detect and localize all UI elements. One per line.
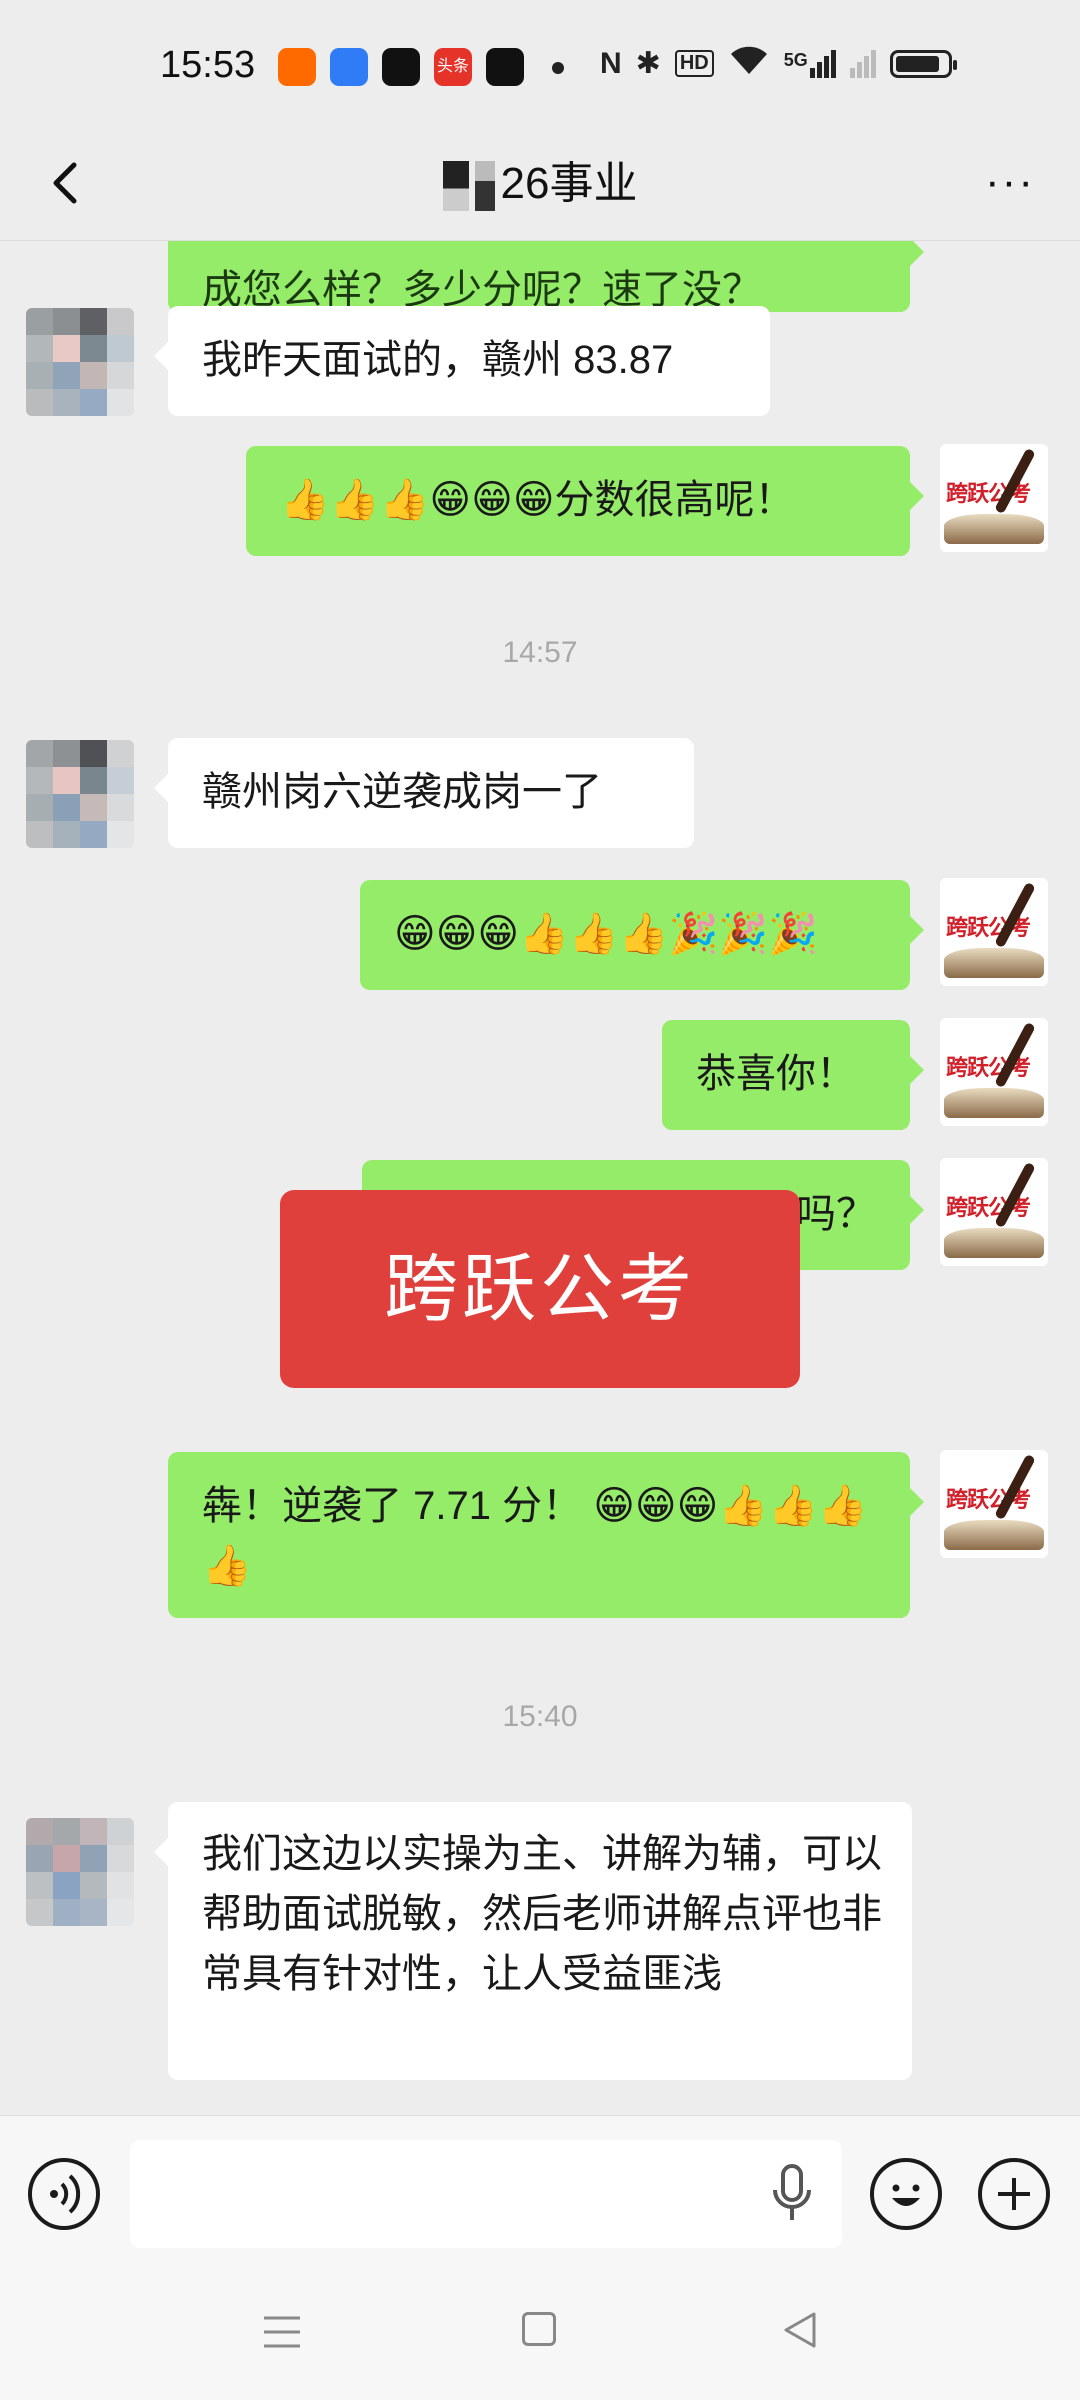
taobao-icon: [278, 48, 316, 86]
more-dots-icon: ···: [985, 157, 1035, 206]
message-text: 我昨天面试的，赣州 83.87: [202, 338, 674, 382]
system-icons: N ✱ HD 5G: [600, 44, 957, 83]
message-bubble-sent[interactable]: 恭喜你！: [662, 1020, 924, 1130]
title-redacted-part: [442, 161, 469, 212]
status-time: 15:53: [160, 44, 256, 86]
battery-icon: [889, 49, 957, 78]
bluetooth-icon: ✱: [635, 47, 661, 80]
message-list[interactable]: 成您么样？多少分呢？速了没？ 我昨天面试的，赣州 83.87 👍👍👍😁😁😁分数很…: [0, 240, 1080, 2115]
book-icon: [944, 948, 1044, 978]
voice-waves-icon: [50, 2174, 81, 2214]
plus-icon: [998, 2178, 1030, 2210]
voice-input-button[interactable]: [28, 2158, 100, 2230]
more-functions-button[interactable]: [978, 2158, 1050, 2230]
system-navigation-bar: [0, 2270, 1080, 2400]
message-bubble-received[interactable]: 赣州岗六逆袭成岗一了: [154, 738, 694, 848]
thumbs-up-emoji: 👍: [202, 1544, 252, 1588]
network-type-label: 5G: [783, 49, 808, 70]
message-bubble-sent[interactable]: 成您么样？多少分呢？速了没？: [168, 240, 924, 312]
app-square-icon: [330, 48, 368, 86]
title-redacted-part: [474, 161, 495, 212]
emoji-button[interactable]: [870, 2158, 942, 2230]
triangle-back-icon: [784, 2312, 816, 2348]
signal-sim2-icon: [849, 49, 876, 78]
menu-icon: [264, 2316, 300, 2348]
message-text: 我们这边以实操为主、讲解为辅，可以帮助面试脱敏，然后老师讲解点评也非常具有针对性…: [202, 1832, 882, 1996]
my-avatar[interactable]: 跨跃公考: [940, 1158, 1048, 1266]
notification-icons: 头条: [278, 48, 524, 86]
my-avatar[interactable]: 跨跃公考: [940, 444, 1048, 552]
message-text: 犇！逆袭了 7.71 分！ 😁😁😁👍👍👍: [202, 1484, 868, 1528]
douyin-icon: [382, 48, 420, 86]
message-timestamp: 15:40: [502, 1700, 578, 1733]
book-icon: [944, 514, 1044, 544]
book-icon: [944, 1088, 1044, 1118]
contact-avatar[interactable]: [26, 740, 134, 848]
message-bubble-sent[interactable]: 👍👍👍😁😁😁分数很高呢！: [246, 446, 924, 556]
message-bubble-received[interactable]: 我昨天面试的，赣州 83.87: [154, 306, 770, 416]
message-timestamp: 14:57: [502, 636, 578, 669]
contact-avatar[interactable]: [26, 1818, 134, 1926]
battery-level: [895, 55, 939, 72]
message-text: 😁😁😁👍👍👍🎉🎉🎉: [394, 912, 818, 956]
message-bubble-received[interactable]: 我们这边以实操为主、讲解为辅，可以帮助面试脱敏，然后老师讲解点评也非常具有针对性…: [154, 1802, 912, 2080]
signal-5g-icon: 5G: [783, 49, 836, 78]
chat-title-text: 26事业: [500, 159, 638, 208]
message-text: 👍👍👍😁😁😁分数很高呢！: [280, 478, 795, 522]
brand-watermark: 跨跃公考: [280, 1190, 800, 1388]
chat-header: 26事业 ···: [0, 135, 1080, 241]
my-avatar[interactable]: 跨跃公考: [940, 878, 1048, 986]
microphone-icon[interactable]: [770, 2162, 814, 2226]
recent-apps-button[interactable]: [262, 2314, 302, 2350]
my-avatar[interactable]: 跨跃公考: [940, 1018, 1048, 1126]
nfc-icon: N: [600, 46, 622, 80]
message-text: 恭喜你！: [696, 1052, 856, 1096]
douyin-lite-icon: [486, 48, 524, 86]
message-input-bar: [0, 2115, 1080, 2271]
chat-title: 26事业: [0, 147, 1080, 212]
home-button[interactable]: [522, 2312, 556, 2346]
wifi-icon: [728, 44, 770, 83]
my-avatar[interactable]: 跨跃公考: [940, 1450, 1048, 1558]
message-text: 赣州岗六逆袭成岗一了: [202, 770, 602, 814]
message-input[interactable]: [130, 2140, 842, 2248]
hd-icon: HD: [674, 50, 714, 77]
status-bar: 15:53 头条 N ✱ HD 5G: [0, 0, 1080, 135]
toutiao-icon: 头条: [434, 48, 472, 86]
message-bubble-sent[interactable]: 犇！逆袭了 7.71 分！ 😁😁😁👍👍👍 👍: [168, 1452, 924, 1618]
book-icon: [944, 1520, 1044, 1550]
smiley-icon: [892, 2184, 920, 2206]
system-back-button[interactable]: [780, 2310, 820, 2350]
message-bubble-sent[interactable]: 😁😁😁👍👍👍🎉🎉🎉: [360, 880, 924, 990]
contact-avatar[interactable]: [26, 308, 134, 416]
more-options-button[interactable]: ···: [980, 160, 1040, 207]
book-icon: [944, 1228, 1044, 1258]
more-notifications-dot: [552, 62, 564, 74]
